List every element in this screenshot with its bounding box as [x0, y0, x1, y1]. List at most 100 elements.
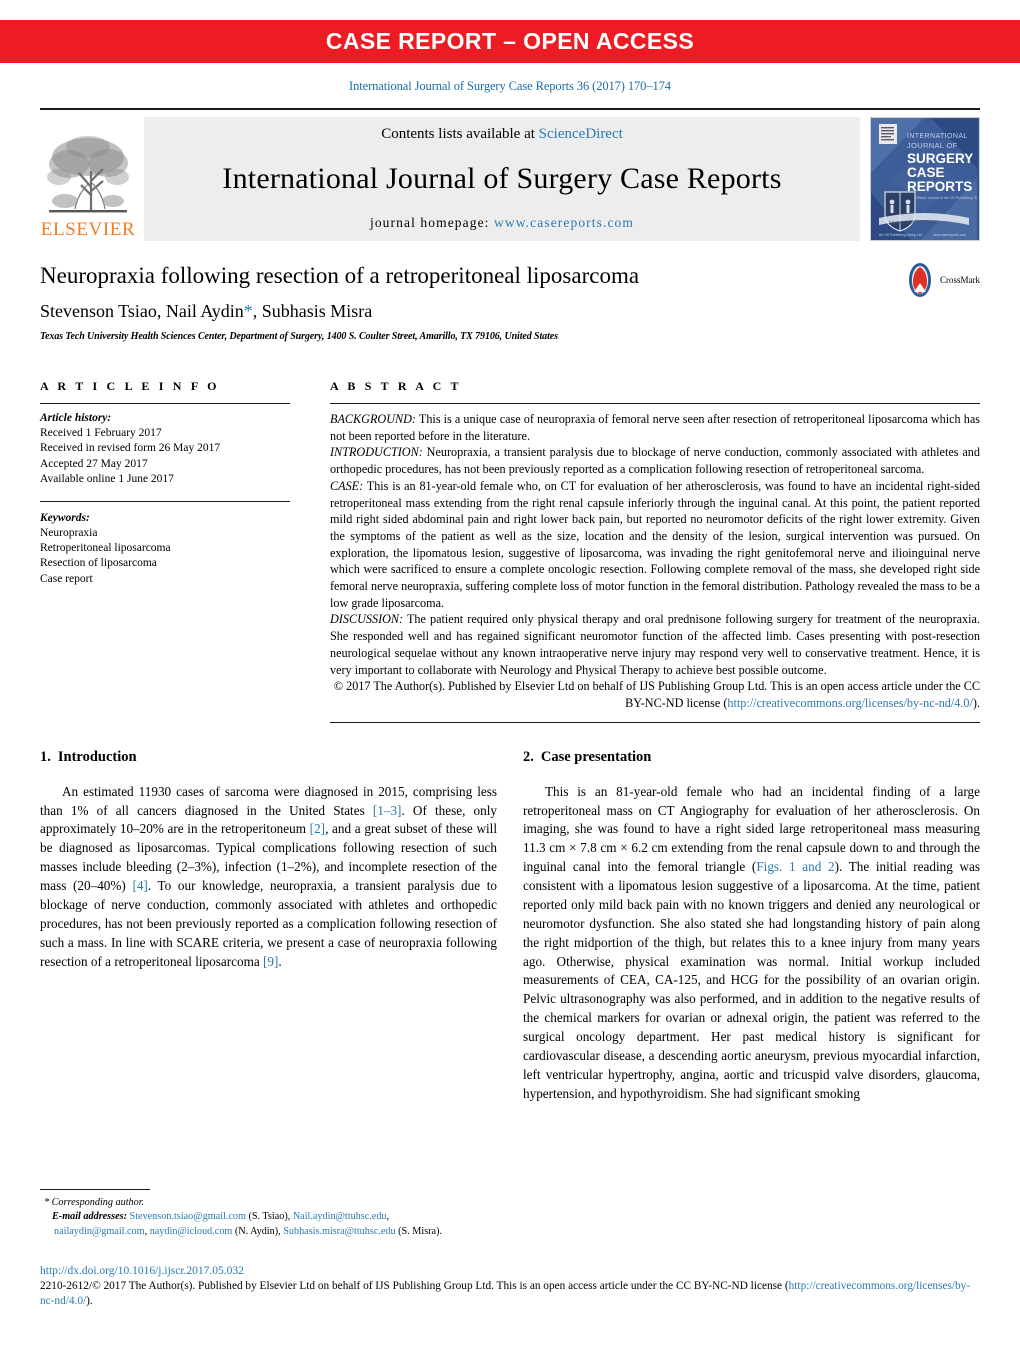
open-access-banner: CASE REPORT – OPEN ACCESS	[0, 20, 1020, 63]
journal-title: International Journal of Surgery Case Re…	[222, 162, 782, 195]
article-history-label: Article history:	[40, 412, 112, 424]
abstract-heading: A B S T R A C T	[330, 379, 462, 393]
email-link-aydin-icloud[interactable]: naydin@icloud.com	[150, 1226, 233, 1237]
abstract-discussion-text: The patient required only physical thera…	[330, 612, 980, 677]
keyword-item: Neuropraxia	[40, 527, 98, 540]
issn-copyright-line: 2210-2612/© 2017 The Author(s). Publishe…	[40, 1279, 980, 1310]
case-presentation-column: 2. Case presentation This is an 81-year-o…	[523, 749, 980, 1104]
elsevier-wordmark: ELSEVIER	[40, 219, 136, 240]
crossmark-badge[interactable]: CrossMark	[903, 263, 980, 297]
history-item: Accepted 27 May 2017	[40, 457, 148, 470]
history-item: Received 1 February 2017	[40, 427, 162, 440]
doi-link[interactable]: http://dx.doi.org/10.1016/j.ijscr.2017.0…	[40, 1265, 980, 1277]
abstract-case-text: This is an 81-year-old female who, on CT…	[330, 478, 980, 610]
article-info-heading: A R T I C L E I N F O	[40, 379, 220, 393]
citation-ref-9[interactable]: [9]	[263, 954, 278, 969]
abstract-introduction-text: Neuropraxia, a transient paralysis due t…	[330, 445, 980, 477]
abstract-column: A B S T R A C T BACKGROUND: This is a un…	[320, 379, 980, 723]
elsevier-logo: ELSEVIER	[40, 117, 136, 241]
email-attr-1: (S. Tsiao),	[245, 1211, 293, 1223]
email-link-aydin-gmail[interactable]: nailaydin@gmail.com	[54, 1226, 145, 1237]
citation-ref-1-3[interactable]: [1–3]	[373, 803, 402, 818]
email-link-tsiao[interactable]: Stevenson.tsiao@gmail.com	[130, 1211, 246, 1222]
footnote-body: * Corresponding author. E-mail addresses…	[40, 1196, 480, 1239]
banner-label: CASE REPORT – OPEN ACCESS	[325, 28, 695, 54]
email-addresses-note: E-mail addresses: Stevenson.tsiao@gmail.…	[40, 1210, 480, 1239]
authors-pre: Stevenson Tsiao, Nail Aydin	[40, 301, 244, 322]
case-presentation-paragraph: This is an 81-year-old female who had an…	[523, 783, 980, 1104]
abstract-introduction-tag: INTRODUCTION:	[330, 445, 423, 460]
journal-cover-art: INTERNATIONAL JOURNAL OF SURGERY CASE RE…	[871, 118, 979, 240]
abstract-background-tag: BACKGROUND:	[330, 412, 416, 426]
article-info-column: A R T I C L E I N F O Article history: R…	[40, 379, 320, 723]
introduction-number: 1.	[40, 748, 51, 765]
journal-masthead: ELSEVIER Contents lists available at Sci…	[40, 108, 980, 241]
abstract-introduction-paragraph: INTRODUCTION: Neuropraxia, a transient p…	[330, 444, 980, 477]
abstract-case-tag: CASE:	[330, 478, 364, 493]
abstract-divider	[330, 403, 980, 404]
sciencedirect-link[interactable]: ScienceDirect	[539, 126, 623, 142]
introduction-heading: 1. Introduction	[40, 749, 497, 766]
corresponding-author-marker: *	[243, 301, 253, 322]
issn-tail: ).	[86, 1294, 93, 1307]
email-link-misra[interactable]: Subhasis.misra@ttuhsc.edu	[283, 1226, 395, 1237]
abstract-copyright-paragraph: © 2017 The Author(s). Published by Elsev…	[330, 678, 980, 711]
abstract-background-paragraph: BACKGROUND: This is a unique case of neu…	[330, 411, 980, 444]
introduction-column: 1. Introduction An estimated 11930 cases …	[40, 749, 497, 1104]
elsevier-tree-icon	[47, 136, 129, 213]
abstract-discussion-paragraph: DISCUSSION: The patient required only ph…	[330, 611, 980, 678]
history-item: Received in revised form 26 May 2017	[40, 442, 221, 455]
svg-text:SURGERY: SURGERY	[907, 151, 973, 166]
cc-license-link[interactable]: http://creativecommons.org/licenses/by-n…	[727, 696, 973, 710]
email-addresses-label: E-mail addresses:	[52, 1211, 127, 1223]
keywords-block: Keywords: Neuropraxia Retroperitoneal li…	[40, 511, 290, 587]
keywords-divider	[40, 500, 290, 502]
contents-available-line: Contents lists available at ScienceDirec…	[144, 126, 860, 143]
history-item: Available online 1 June 2017	[40, 472, 174, 485]
authors-post: , Subhasis Misra	[252, 301, 373, 322]
case-text-b: ). The initial reading was consistent wi…	[523, 859, 981, 1101]
copyright-tail: ).	[972, 695, 980, 710]
article-info-divider	[40, 403, 290, 404]
journal-citation-line: International Journal of Surgery Case Re…	[349, 79, 671, 93]
issn-prefix: 2210-2612/© 2017 The Author(s). Publishe…	[40, 1279, 789, 1292]
author-list: Stevenson Tsiao, Nail Aydin*, Subhasis M…	[40, 301, 980, 322]
info-and-abstract: A R T I C L E I N F O Article history: R…	[40, 379, 980, 723]
abstract-discussion-tag: DISCUSSION:	[330, 612, 404, 627]
keyword-item: Case report	[40, 572, 93, 585]
crossmark-label: CrossMark	[940, 275, 980, 285]
page-bottom-matter: http://dx.doi.org/10.1016/j.ijscr.2017.0…	[40, 1265, 980, 1310]
figure-reference-link[interactable]: Figs. 1 and 2	[756, 859, 834, 874]
case-presentation-heading: 2. Case presentation	[523, 749, 980, 766]
svg-text:REPORTS: REPORTS	[907, 179, 972, 194]
email-attr-4: (N. Aydin),	[232, 1225, 284, 1237]
homepage-prefix: journal homepage:	[369, 215, 495, 230]
svg-text:CASE: CASE	[907, 165, 945, 180]
body-columns: 1. Introduction An estimated 11930 cases …	[40, 749, 980, 1104]
citation-ref-2[interactable]: [2]	[310, 821, 325, 836]
svg-text:An IJS Publishing Group Ltd: An IJS Publishing Group Ltd	[879, 233, 922, 237]
masthead-center-panel: Contents lists available at ScienceDirec…	[144, 117, 860, 241]
email-link-aydin-ttuhsc[interactable]: Nail.aydin@ttuhsc.edu	[293, 1211, 387, 1222]
article-history-block: Article history: Received 1 February 201…	[40, 411, 290, 487]
email-sep-2: ,	[386, 1211, 390, 1223]
intro-text-e: .	[278, 953, 282, 969]
case-presentation-number: 2.	[523, 748, 534, 765]
citation-ref-4[interactable]: [4]	[132, 878, 147, 893]
corresponding-author-footnote: * Corresponding author. E-mail addresses…	[40, 1189, 480, 1239]
corresponding-author-note: * Corresponding author.	[44, 1197, 145, 1209]
case-presentation-heading-label: Case presentation	[540, 748, 652, 765]
crossmark-icon	[909, 263, 931, 297]
keywords-label: Keywords:	[40, 511, 90, 524]
abstract-background-text: This is a unique case of neuropraxia of …	[330, 412, 980, 443]
abstract-body: BACKGROUND: This is a unique case of neu…	[330, 411, 980, 712]
svg-text:www.casereports.com: www.casereports.com	[933, 233, 966, 237]
keyword-item: Resection of liposarcoma	[40, 557, 157, 570]
footnote-divider	[40, 1189, 150, 1191]
contents-prefix: Contents lists available at	[381, 126, 539, 142]
svg-text:JOURNAL OF: JOURNAL OF	[907, 141, 958, 150]
author-affiliation: Texas Tech University Health Sciences Ce…	[40, 331, 558, 343]
svg-text:INTERNATIONAL: INTERNATIONAL	[907, 133, 968, 140]
journal-homepage-link[interactable]: www.casereports.com	[494, 215, 634, 230]
introduction-paragraph: An estimated 11930 cases of sarcoma were…	[40, 783, 497, 972]
